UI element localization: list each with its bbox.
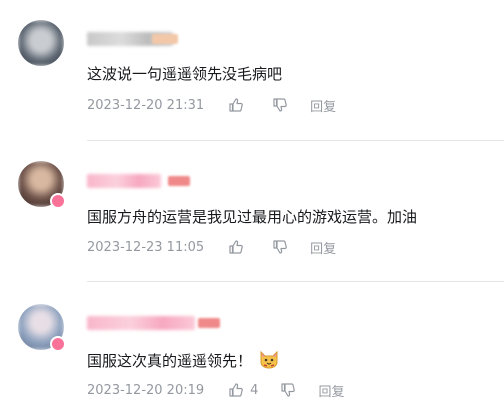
thumbs-down-icon (273, 240, 287, 254)
like-button[interactable]: 4 (228, 382, 258, 398)
comment-meta: 2023-12-20 21:31 回复 (87, 96, 336, 115)
thumbs-up-icon (229, 98, 243, 112)
thumbs-down-icon (273, 98, 287, 112)
like-count: 4 (250, 382, 259, 398)
avatar[interactable] (18, 20, 64, 66)
comment-item: 国服这次真的遥遥领先！ 2023-12-20 20:19 4 回复 (0, 282, 504, 409)
cat-face-emoji-icon (258, 348, 280, 375)
comment-text: 国服方舟的运营是我见过最用心的游戏运营。加油 (87, 208, 418, 226)
comment-time: 2023-12-20 20:19 (87, 382, 205, 398)
thumbs-down-icon (281, 383, 296, 397)
comment-time: 2023-12-20 21:31 (87, 97, 205, 113)
reply-button[interactable]: 回复 (310, 96, 336, 115)
dislike-button[interactable] (280, 382, 296, 398)
comment-text: 国服这次真的遥遥领先！ (87, 348, 280, 375)
thumbs-up-icon (229, 383, 243, 397)
comment-meta: 2023-12-20 20:19 4 回复 (87, 381, 344, 400)
level-badge (168, 176, 190, 186)
vip-badge (50, 336, 66, 352)
level-badge (198, 318, 220, 328)
comment-text-content: 国服这次真的遥遥领先！ (87, 352, 253, 370)
comment-item: 国服方舟的运营是我见过最用心的游戏运营。加油 2023-12-23 11:05 … (0, 141, 504, 282)
dislike-button[interactable] (272, 239, 288, 255)
reply-button[interactable]: 回复 (318, 381, 344, 400)
comment-time: 2023-12-23 11:05 (87, 239, 205, 255)
username[interactable] (87, 316, 195, 330)
like-button[interactable] (228, 239, 250, 255)
thumbs-up-icon (229, 240, 243, 254)
dislike-button[interactable] (272, 97, 288, 113)
reply-button[interactable]: 回复 (310, 238, 336, 257)
level-badge (152, 34, 178, 44)
vip-badge (50, 193, 66, 209)
comment-text: 这波说一句遥遥领先没毛病吧 (87, 65, 283, 83)
like-button[interactable] (228, 97, 250, 113)
comment-meta: 2023-12-23 11:05 回复 (87, 238, 336, 257)
comment-item: 这波说一句遥遥领先没毛病吧 2023-12-20 21:31 回复 (0, 0, 504, 141)
username[interactable] (87, 174, 161, 188)
